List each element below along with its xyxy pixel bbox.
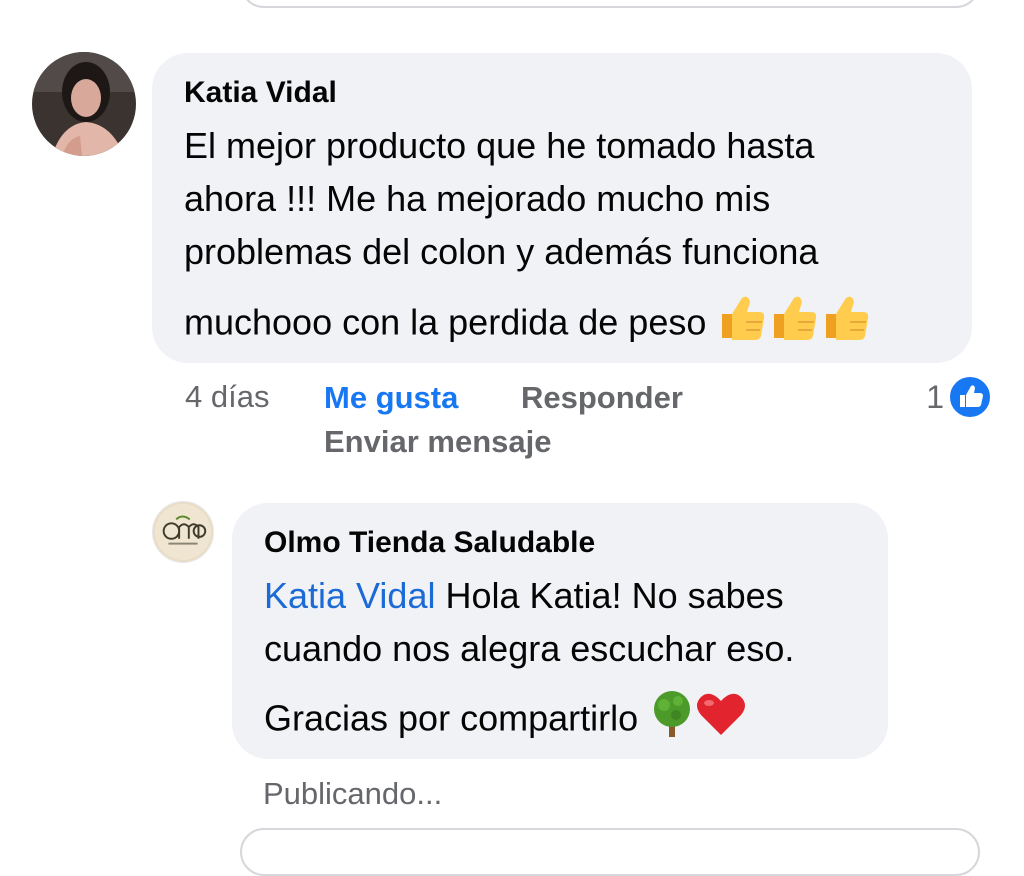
reaction-count: 1	[926, 378, 944, 415]
comment-input-box[interactable]	[240, 828, 980, 876]
reply-text-line: Katia Vidal Hola Katia! No sabes	[264, 569, 856, 622]
page-avatar[interactable]	[152, 501, 214, 563]
comment-bubble: Katia Vidal El mejor producto que he tom…	[152, 53, 972, 363]
reply-text: Hola Katia! No sabes	[435, 575, 784, 616]
heart-icon	[696, 691, 746, 751]
commenter-avatar[interactable]	[32, 52, 136, 156]
thumbs-up-icon	[716, 292, 872, 358]
reply-author[interactable]: Olmo Tienda Saludable	[264, 525, 856, 561]
reply-bubble: Olmo Tienda Saludable Katia Vidal Hola K…	[232, 503, 888, 759]
reply-text-line-last: Gracias por compartirlo	[264, 689, 856, 753]
comment-text-line: problemas del colon y además funciona	[184, 231, 819, 272]
comment-timestamp[interactable]: 4 días	[185, 379, 269, 415]
mention-link[interactable]: Katia Vidal	[264, 575, 435, 616]
previous-comment-bubble	[240, 0, 980, 8]
like-icon	[948, 375, 992, 419]
reaction-summary[interactable]: 1	[926, 374, 992, 420]
send-message-button[interactable]: Enviar mensaje	[324, 424, 551, 460]
comment-author[interactable]: Katia Vidal	[184, 75, 940, 111]
comment-text-line: ahora !!! Me ha mejorado mucho mis	[184, 178, 771, 219]
reply-text: Gracias por compartirlo	[264, 697, 639, 739]
comment-text-line: El mejor producto que he tomado hasta	[184, 125, 815, 166]
tree-icon	[648, 689, 696, 753]
like-button[interactable]: Me gusta	[324, 380, 458, 416]
comment-text-line-last: muchooo con la perdida de peso	[184, 292, 940, 358]
comment-text-line: muchooo con la perdida de peso	[184, 301, 707, 343]
posting-status: Publicando...	[263, 776, 443, 811]
reply-button[interactable]: Responder	[521, 380, 683, 416]
reply-text-line: cuando nos alegra escuchar eso.	[264, 628, 795, 669]
